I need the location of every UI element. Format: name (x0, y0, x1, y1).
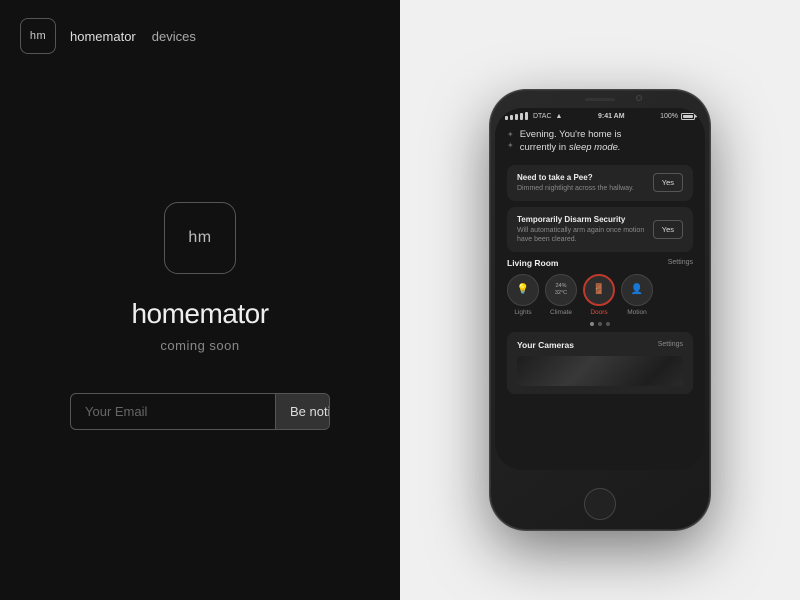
nav-logo[interactable]: hm (20, 18, 56, 54)
nav-links: homemator devices (70, 29, 196, 44)
climate-circle: 24%32°C (545, 274, 577, 306)
control-doors[interactable]: 🚪 Doors (583, 274, 615, 316)
signal-bar-4 (520, 113, 523, 120)
action-title-security: Temporarily Disarm Security (517, 215, 653, 224)
home-button[interactable] (584, 488, 616, 520)
nav-link-devices[interactable]: devices (152, 29, 196, 44)
left-center: hm homemator coming soon Be notified (0, 72, 400, 600)
action-text-pee: Need to take a Pee? Dimmed nightlight ac… (517, 173, 653, 193)
camera-thumb-inner (517, 356, 683, 386)
action-subtitle-security: Will automatically arm again once motion… (517, 226, 653, 244)
doors-circle: 🚪 (583, 274, 615, 306)
signal-bar-3 (515, 114, 518, 120)
status-bar-right: 100% (660, 113, 695, 120)
cameras-title: Your Cameras (517, 340, 574, 350)
right-panel: DTAC ▲ 9:41 AM 100% ✦ ✦ (400, 0, 800, 600)
greeting-section: ✦ ✦ Evening. You're home is currently in… (507, 128, 693, 155)
top-nav: hm homemator devices (0, 0, 400, 72)
action-text-security: Temporarily Disarm Security Will automat… (517, 215, 653, 244)
lights-circle: 💡 (507, 274, 539, 306)
nav-link-homemator[interactable]: homemator (70, 29, 136, 44)
status-bar-left: DTAC ▲ (505, 112, 562, 120)
action-card-security: Temporarily Disarm Security Will automat… (507, 207, 693, 252)
cameras-settings[interactable]: Settings (658, 341, 683, 348)
action-subtitle-pee: Dimmed nightlight across the hallway. (517, 184, 653, 193)
sparkle-icons: ✦ ✦ (507, 130, 514, 150)
dot-3 (606, 322, 610, 326)
phone-camera (636, 95, 642, 101)
sparkle-bottom: ✦ (507, 141, 514, 150)
signal-bar-2 (510, 115, 513, 120)
status-time: 9:41 AM (598, 113, 625, 120)
email-form: Be notified (70, 393, 330, 430)
app-icon: hm (164, 202, 236, 274)
app-name: homemator (131, 298, 268, 330)
control-motion[interactable]: 👤 Motion (621, 274, 653, 316)
wifi-icon: ▲ (556, 113, 563, 120)
lights-label: Lights (514, 309, 531, 316)
phone-screen: DTAC ▲ 9:41 AM 100% ✦ ✦ (495, 108, 705, 470)
phone-mockup: DTAC ▲ 9:41 AM 100% ✦ ✦ (490, 90, 710, 530)
control-climate[interactable]: 24%32°C Climate (545, 274, 577, 316)
notify-button[interactable]: Be notified (275, 394, 330, 429)
sparkle-top: ✦ (507, 130, 514, 139)
control-lights[interactable]: 💡 Lights (507, 274, 539, 316)
cameras-header: Your Cameras Settings (517, 340, 683, 350)
carousel-dots (507, 322, 693, 326)
signal-bar-1 (505, 116, 508, 120)
action-title-pee: Need to take a Pee? (517, 173, 653, 182)
carrier-label: DTAC (533, 113, 552, 120)
living-room-title: Living Room (507, 258, 558, 268)
motion-label: Motion (627, 309, 647, 316)
yes-button-security[interactable]: Yes (653, 220, 683, 239)
doors-label: Doors (590, 309, 607, 316)
screen-content: ✦ ✦ Evening. You're home is currently in… (495, 122, 705, 466)
phone-speaker (585, 98, 615, 101)
sleep-mode-text: sleep mode. (569, 142, 621, 153)
left-panel: hm homemator devices hm homemator coming… (0, 0, 400, 600)
motion-circle: 👤 (621, 274, 653, 306)
yes-button-pee[interactable]: Yes (653, 173, 683, 192)
action-card-pee: Need to take a Pee? Dimmed nightlight ac… (507, 165, 693, 201)
cameras-section: Your Cameras Settings (507, 332, 693, 394)
status-bar: DTAC ▲ 9:41 AM 100% (495, 108, 705, 122)
camera-thumbnail (517, 356, 683, 386)
living-room-settings[interactable]: Settings (668, 259, 693, 266)
dot-2 (598, 322, 602, 326)
coming-soon-label: coming soon (160, 338, 239, 353)
battery-percent: 100% (660, 113, 678, 120)
living-room-header: Living Room Settings (507, 258, 693, 268)
email-input[interactable] (71, 394, 275, 429)
climate-label: Climate (550, 309, 572, 316)
battery-fill (683, 115, 693, 118)
dot-1 (590, 322, 594, 326)
signal-bar-5 (525, 112, 528, 120)
greeting-text: Evening. You're home is currently in sle… (520, 128, 622, 155)
battery-icon (681, 113, 695, 120)
signal-dots (505, 112, 528, 120)
room-controls: 💡 Lights 24%32°C Climate 🚪 Doors (507, 274, 693, 316)
